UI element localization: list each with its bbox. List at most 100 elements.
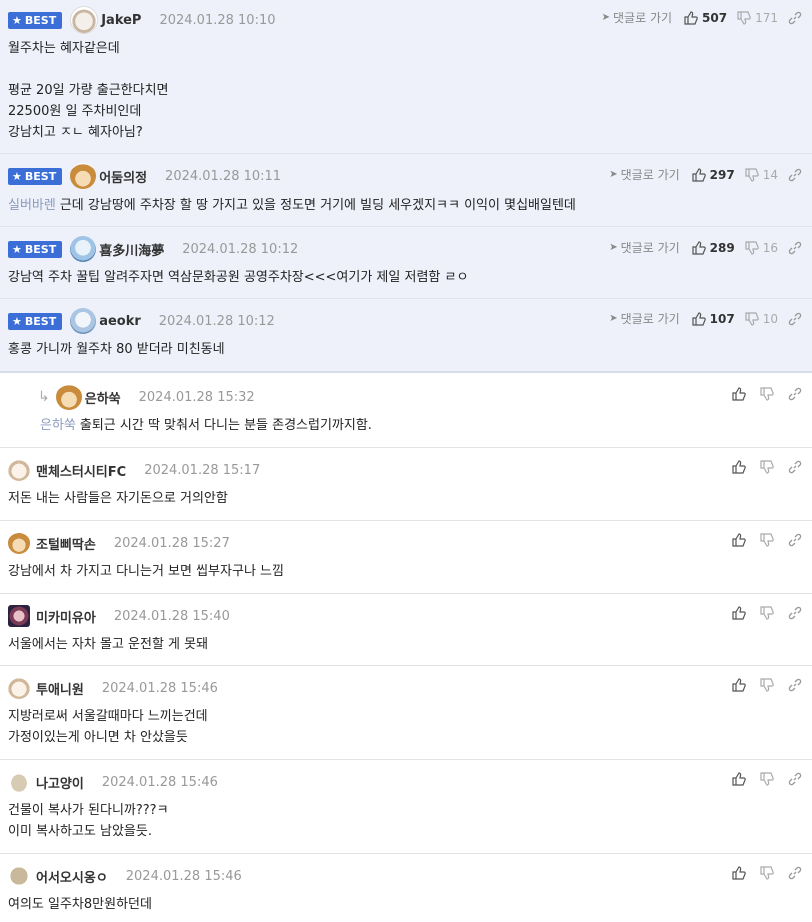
comment-header: ★ BEST JakeP 2024.01.28 10:10 xyxy=(8,6,276,34)
link-icon[interactable] xyxy=(788,460,802,474)
upvote-button[interactable] xyxy=(732,772,750,786)
thumbs-up-icon xyxy=(732,387,746,401)
upvote-button[interactable] xyxy=(732,533,750,547)
upvote-button[interactable]: 507 xyxy=(684,11,727,25)
star-icon: ★ xyxy=(12,13,22,27)
downvote-button[interactable] xyxy=(760,866,778,880)
downvote-button[interactable] xyxy=(760,533,778,547)
send-arrow-icon: ➤ xyxy=(601,12,611,23)
link-icon[interactable] xyxy=(788,11,802,25)
nickname[interactable]: 맨체스터시티FC xyxy=(36,461,126,480)
comment-actions: ➤ 댓글로 가기 289 16 xyxy=(609,239,802,256)
downvote-count: 10 xyxy=(762,311,778,326)
link-icon[interactable] xyxy=(788,678,802,692)
upvote-button[interactable] xyxy=(732,678,750,692)
link-icon[interactable] xyxy=(788,312,802,326)
comment-actions xyxy=(732,678,802,692)
avatar[interactable] xyxy=(70,6,99,34)
avatar[interactable] xyxy=(8,677,30,699)
comment-text: 근데 강남땅에 주차장 할 땅 가지고 있을 정도면 거기에 빌딩 세우겠지ㅋㅋ… xyxy=(59,198,576,213)
comment-best-4: ★ BEST aeokr 2024.01.28 10:12 ➤ 댓글로 가기 107… xyxy=(0,299,812,373)
link-icon[interactable] xyxy=(788,772,802,786)
timestamp: 2024.01.28 15:46 xyxy=(101,680,218,696)
avatar[interactable] xyxy=(70,308,97,334)
link-icon[interactable] xyxy=(788,533,802,547)
downvote-button[interactable]: 16 xyxy=(745,241,778,255)
nickname[interactable]: 조털삐딱손 xyxy=(36,534,96,553)
upvote-button[interactable] xyxy=(732,606,750,620)
comment-reply: ↳ 은하쑥 2024.01.28 15:32 은하쑥 출퇴근 시간 딱 맞춰서 다… xyxy=(0,375,812,448)
comment-line: 가정이있는게 아니면 차 안샀을듯 xyxy=(8,730,188,745)
link-icon[interactable] xyxy=(788,606,802,620)
comment: 미카미유아 2024.01.28 15:40 서울에서는 자차 몰고 운전할 게… xyxy=(0,594,812,666)
nickname[interactable]: 어서오시옹ㅇ xyxy=(36,867,108,886)
thumbs-up-icon xyxy=(684,10,698,25)
comment-header: 나고양이 2024.01.28 15:46 xyxy=(8,769,218,795)
link-icon[interactable] xyxy=(788,387,802,401)
upvote-count: 107 xyxy=(709,311,735,326)
comment-body: 여의도 일주차8만원하던데 xyxy=(8,894,152,915)
comment-line: 22500원 일 주차비인데 xyxy=(8,104,142,119)
downvote-button[interactable]: 10 xyxy=(745,312,778,326)
comment-text: 강남역 주차 꿀팁 알려주자면 역삼문화공원 공영주차장<<<여기가 제일 저렴… xyxy=(8,270,469,285)
thumbs-up-icon xyxy=(692,167,706,182)
avatar[interactable] xyxy=(8,532,30,554)
goto-reply-link[interactable]: ➤ 댓글로 가기 xyxy=(602,9,672,26)
avatar[interactable] xyxy=(70,236,97,262)
thumbs-up-icon xyxy=(732,678,746,692)
upvote-button[interactable] xyxy=(732,460,750,474)
comment: 어서오시옹ㅇ 2024.01.28 15:46 여의도 일주차8만원하던데 xyxy=(0,854,812,922)
nickname[interactable]: JakeP xyxy=(101,13,141,28)
send-arrow-icon: ➤ xyxy=(609,242,618,253)
downvote-button[interactable] xyxy=(760,460,778,474)
nickname[interactable]: 투애니원 xyxy=(36,679,84,698)
nickname[interactable]: 나고양이 xyxy=(36,773,84,792)
downvote-button[interactable] xyxy=(760,387,778,401)
comment: 나고양이 2024.01.28 15:46 건물이 복사가 된다니까???ㅋ 이… xyxy=(0,760,812,854)
timestamp: 2024.01.28 10:12 xyxy=(158,313,275,329)
nickname[interactable]: 미카미유아 xyxy=(36,607,96,626)
nickname[interactable]: 은하쑥 xyxy=(85,388,121,407)
comment-body: 홍콩 가니까 월주차 80 받더라 미친동네 xyxy=(8,339,225,360)
comment: 투애니원 2024.01.28 15:46 지방러로써 서울갈때마다 느끼는건데… xyxy=(0,666,812,760)
downvote-button[interactable]: 14 xyxy=(745,168,778,182)
thumbs-up-icon xyxy=(732,460,746,474)
comment: 맨체스터시티FC 2024.01.28 15:17 저돈 내는 사람들은 자기돈… xyxy=(0,448,812,521)
downvote-button[interactable] xyxy=(760,772,778,786)
nickname[interactable]: aeokr xyxy=(99,314,141,329)
best-label: BEST xyxy=(24,314,57,328)
comment-header: ★ BEST aeokr 2024.01.28 10:12 xyxy=(8,308,275,334)
goto-reply-link[interactable]: ➤ 댓글로 가기 xyxy=(609,166,679,183)
avatar[interactable] xyxy=(70,163,97,189)
avatar[interactable] xyxy=(8,865,30,887)
downvote-button[interactable]: 171 xyxy=(737,11,778,25)
upvote-button[interactable]: 289 xyxy=(692,241,735,255)
upvote-button[interactable] xyxy=(732,866,750,880)
comment-line: 월주차는 혜자같은데 xyxy=(8,41,120,56)
timestamp: 2024.01.28 10:10 xyxy=(159,12,276,28)
avatar[interactable] xyxy=(8,605,30,627)
avatar[interactable] xyxy=(8,459,30,481)
best-badge: ★ BEST xyxy=(8,312,63,330)
star-icon: ★ xyxy=(12,169,22,183)
comment-body: 은하쑥 출퇴근 시간 딱 맞춰서 다니는 분들 존경스럽기까지함. xyxy=(40,415,372,436)
mention-nickname[interactable]: 실버바렌 xyxy=(8,198,56,213)
link-icon[interactable] xyxy=(788,241,802,255)
avatar[interactable] xyxy=(8,771,30,793)
link-icon[interactable] xyxy=(788,168,802,182)
avatar[interactable] xyxy=(55,384,82,410)
link-icon[interactable] xyxy=(788,866,802,880)
mention-nickname[interactable]: 은하쑥 xyxy=(40,418,76,433)
send-arrow-icon: ➤ xyxy=(609,313,618,324)
nickname[interactable]: 喜多川海夢 xyxy=(99,240,164,259)
upvote-button[interactable] xyxy=(732,387,750,401)
goto-reply-label: 댓글로 가기 xyxy=(620,241,680,255)
upvote-button[interactable]: 297 xyxy=(692,168,735,182)
goto-reply-link[interactable]: ➤ 댓글로 가기 xyxy=(609,310,679,327)
thumbs-up-icon xyxy=(732,606,746,620)
nickname[interactable]: 어둠의정 xyxy=(99,167,147,186)
upvote-button[interactable]: 107 xyxy=(692,312,735,326)
downvote-button[interactable] xyxy=(760,678,778,692)
downvote-button[interactable] xyxy=(760,606,778,620)
goto-reply-link[interactable]: ➤ 댓글로 가기 xyxy=(609,239,679,256)
